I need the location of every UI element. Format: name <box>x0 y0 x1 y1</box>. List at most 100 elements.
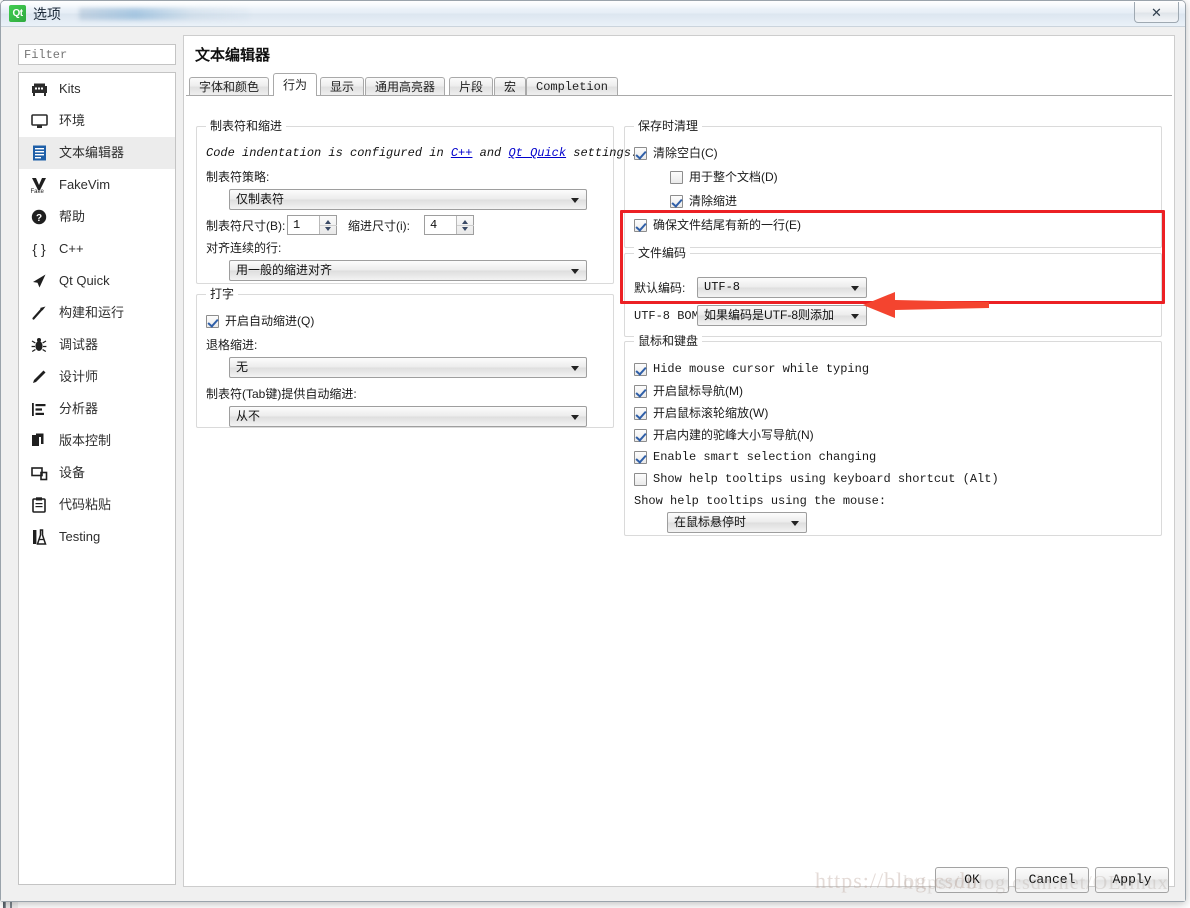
close-button[interactable]: ✕ <box>1134 2 1179 23</box>
utf8-bom-combo[interactable]: 如果编码是UTF-8则添加 <box>697 305 867 326</box>
tooltip-mouse-combo[interactable]: 在鼠标悬停时 <box>667 512 807 533</box>
checkbox-box <box>634 406 647 420</box>
clean-indentation-checkbox[interactable]: 清除缩进 <box>670 193 737 209</box>
sidebar-item-fakevim[interactable]: Fake FakeVim <box>19 169 175 201</box>
cancel-button[interactable]: Cancel <box>1015 867 1089 893</box>
tooltip-shortcut-checkbox[interactable]: Show help tooltips using keyboard shortc… <box>634 471 999 487</box>
chevron-down-icon <box>571 415 579 420</box>
checkbox-box <box>634 146 647 160</box>
hide-cursor-checkbox[interactable]: Hide mouse cursor while typing <box>634 361 869 377</box>
tab-item-3[interactable]: 通用高亮器 <box>365 77 446 96</box>
align-continuation-label: 对齐连续的行: <box>206 241 282 255</box>
chevron-down-icon <box>791 521 799 526</box>
text-editor-icon <box>29 143 49 163</box>
sidebar-item-[interactable]: ? 帮助 <box>19 201 175 233</box>
sidebar-item-label: 调试器 <box>59 337 99 352</box>
svg-text:Fake: Fake <box>31 189 45 194</box>
smart-selection-checkbox[interactable]: Enable smart selection changing <box>634 449 876 465</box>
monitor-icon <box>29 111 49 131</box>
align-continuation-combo[interactable]: 用一般的缩进对齐 <box>229 260 587 281</box>
checkbox-box <box>634 472 647 486</box>
indent-size-spinbox[interactable]: 4 <box>424 215 474 235</box>
sidebar-item-[interactable]: 代码粘贴 <box>19 489 175 521</box>
apply-button[interactable]: Apply <box>1095 867 1169 893</box>
sidebar-item-label: 设备 <box>59 465 86 480</box>
sidebar-item-[interactable]: 文本编辑器 <box>19 137 175 169</box>
align-continuation-value: 用一般的缩进对齐 <box>236 263 333 277</box>
hide-cursor-label: Hide mouse cursor while typing <box>653 362 870 376</box>
default-encoding-combo[interactable]: UTF-8 <box>697 277 867 298</box>
tab-item-5[interactable]: 宏 <box>494 77 527 96</box>
file-encoding-title: 文件编码 <box>634 246 691 260</box>
sidebar-item-[interactable]: 分析器 <box>19 393 175 425</box>
page-title: 文本编辑器 <box>195 47 271 64</box>
whole-document-checkbox[interactable]: 用于整个文档(D) <box>670 169 778 185</box>
tab-key-indent-value: 从不 <box>236 409 261 423</box>
sidebar-item-[interactable]: 构建和运行 <box>19 297 175 329</box>
sidebar-item-[interactable]: 环境 <box>19 105 175 137</box>
sidebar-item-kits[interactable]: Kits <box>19 73 175 105</box>
checkbox-box <box>670 194 683 208</box>
filter-input[interactable] <box>18 44 176 65</box>
tab-item-4[interactable]: 片段 <box>449 77 494 96</box>
mouse-navigation-label: 开启鼠标导航(M) <box>653 384 743 398</box>
sidebar-item-testing[interactable]: Testing <box>19 521 175 553</box>
indent-size-stepper[interactable] <box>456 216 474 234</box>
sidebar-item-qtquick[interactable]: Qt Quick <box>19 265 175 297</box>
options-dialog: Qt 选项 ✕ Kits环境文本编辑器FakeFakeVim?帮助{ }C++Q… <box>0 0 1186 902</box>
tab-item-2[interactable]: 显示 <box>320 77 365 96</box>
chevron-down-icon <box>851 314 859 319</box>
wheel-zoom-checkbox[interactable]: 开启鼠标滚轮缩放(W) <box>634 405 768 421</box>
chevron-down-icon <box>571 269 579 274</box>
tooltip-shortcut-label: Show help tooltips using keyboard shortc… <box>653 472 999 486</box>
category-list[interactable]: Kits 环境文本编辑器 Fake FakeVim ? 帮助 { } C++ Qt Quick 构… <box>18 72 176 885</box>
sidebar-item-label: FakeVim <box>59 177 111 192</box>
sidebar-item-label: 环境 <box>59 113 86 128</box>
close-icon: ✕ <box>1151 5 1162 20</box>
tab-completion[interactable]: Completion <box>526 77 619 96</box>
tab-size-label: 制表符尺寸(B): <box>206 219 286 233</box>
tooltip-mouse-label: Show help tooltips using the mouse: <box>634 494 887 508</box>
tab-item-1[interactable]: 行为 <box>273 73 318 96</box>
auto-indent-checkbox[interactable]: 开启自动缩进(Q) <box>206 313 314 329</box>
sidebar-item-[interactable]: 调试器 <box>19 329 175 361</box>
checkbox-box <box>634 428 647 442</box>
backspace-indent-combo[interactable]: 无 <box>229 357 587 378</box>
tab-size-spinbox[interactable]: 1 <box>287 215 337 235</box>
ok-button[interactable]: OK <box>935 867 1009 893</box>
clean-whitespace-checkbox[interactable]: 清除空白(C) <box>634 145 718 161</box>
title-bar-blurred-text <box>79 8 249 20</box>
tab-policy-value: 仅制表符 <box>236 192 285 206</box>
sidebar-item-label: 分析器 <box>59 401 99 416</box>
qtquick-icon <box>29 271 49 291</box>
tab-key-indent-combo[interactable]: 从不 <box>229 406 587 427</box>
mouse-navigation-checkbox[interactable]: 开启鼠标导航(M) <box>634 383 743 399</box>
cleanup-on-save-group: 保存时清理 清除空白(C) 用于整个文档(D) 清除缩进 确保文件结尾有新的一行… <box>624 119 1162 248</box>
wheel-zoom-label: 开启鼠标滚轮缩放(W) <box>653 406 769 420</box>
checkbox-box <box>670 170 683 184</box>
indentation-note-prefix: Code indentation is configured in <box>206 146 451 160</box>
fakevim-icon: Fake <box>29 175 49 195</box>
dialog-body: Kits环境文本编辑器FakeFakeVim?帮助{ }C++Qt Quick构… <box>1 27 1185 901</box>
camel-case-navigation-checkbox[interactable]: 开启内建的驼峰大小写导航(N) <box>634 427 814 443</box>
clean-indentation-label: 清除缩进 <box>689 194 738 208</box>
tab-size-value: 1 <box>293 218 301 232</box>
tab-item-0[interactable]: 字体和颜色 <box>189 77 270 96</box>
qtquick-settings-link[interactable]: Qt Quick <box>508 146 566 160</box>
braces-icon: { } <box>29 239 49 259</box>
ensure-newline-checkbox[interactable]: 确保文件结尾有新的一行(E) <box>634 217 801 233</box>
tab-bar[interactable]: 字体和颜色 行为 显示 通用高亮器 片段宏 Completion <box>186 73 1172 96</box>
sidebar-item-[interactable]: 设计师 <box>19 361 175 393</box>
tab-policy-combo[interactable]: 仅制表符 <box>229 189 587 210</box>
sidebar-item-c++[interactable]: { } C++ <box>19 233 175 265</box>
checkbox-box <box>634 218 647 232</box>
tab-size-stepper[interactable] <box>319 216 337 234</box>
qt-logo-icon: Qt <box>9 5 26 22</box>
indent-size-value: 4 <box>430 218 438 232</box>
sidebar-item-[interactable]: 版本控制 <box>19 425 175 457</box>
title-bar: Qt 选项 ✕ <box>1 1 1185 27</box>
sidebar-item-label: 设计师 <box>59 369 99 384</box>
sidebar-item-[interactable]: 设备 <box>19 457 175 489</box>
default-encoding-label: 默认编码: <box>634 281 686 295</box>
cpp-settings-link[interactable]: C++ <box>451 146 473 160</box>
